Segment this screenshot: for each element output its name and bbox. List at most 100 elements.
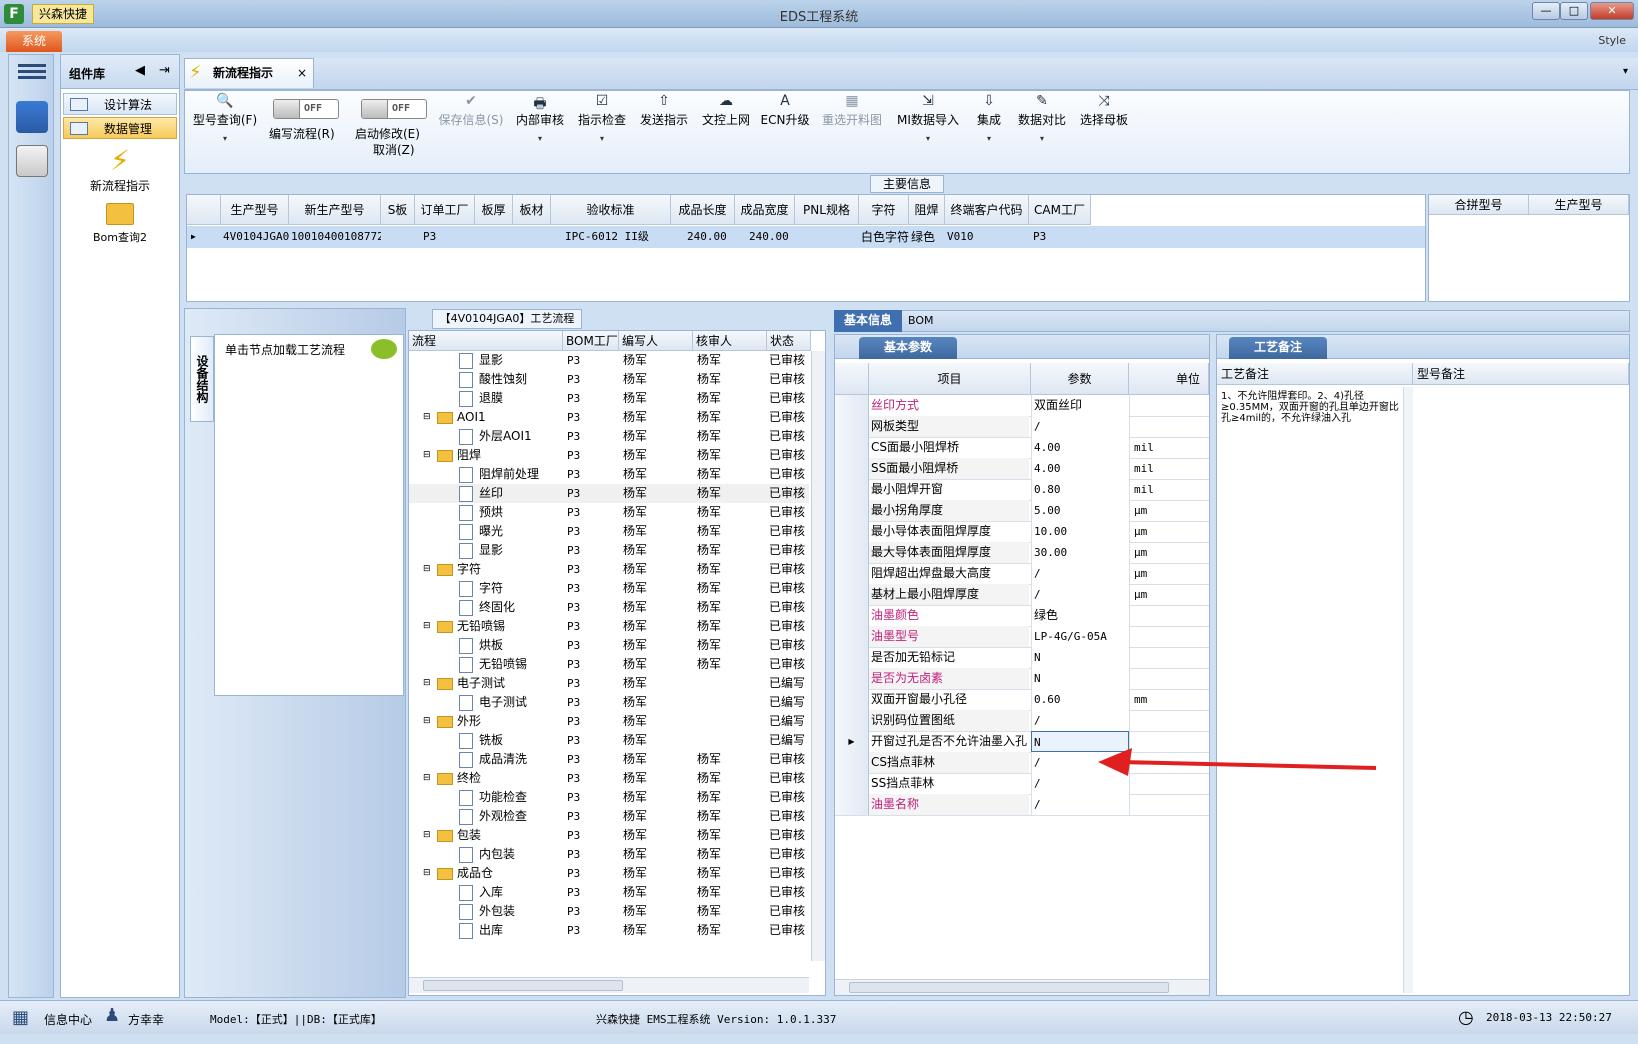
param-value[interactable]: / xyxy=(1031,563,1129,584)
cell[interactable]: 4V0104JGA0 xyxy=(223,226,289,248)
cell[interactable]: 240.00 xyxy=(749,226,795,248)
collapse-toggle-icon[interactable]: ⊟ xyxy=(423,769,431,788)
send-instruction-button[interactable]: ⇧ 发送指示 xyxy=(637,91,691,173)
tree-row[interactable]: 电子测试 P3 杨军 已编写 xyxy=(409,693,809,712)
param-row[interactable]: 最小导体表面阻焊厚度 10.00 μm xyxy=(835,521,1209,543)
param-row[interactable]: 油墨颜色 绿色 xyxy=(835,605,1209,627)
note-scrollbar[interactable] xyxy=(1403,387,1413,993)
cell[interactable]: P3 xyxy=(1033,226,1091,248)
tree-row[interactable]: 入库 P3 杨军 杨军 已审核 xyxy=(409,883,809,902)
param-value[interactable]: N xyxy=(1031,647,1129,668)
param-value[interactable]: / xyxy=(1031,773,1129,794)
param-row[interactable]: 最小拐角厚度 5.00 μm xyxy=(835,500,1209,522)
dropdown-arrow-icon[interactable]: ▾ xyxy=(897,134,959,143)
cell[interactable]: IPC-6012 II级 xyxy=(565,226,671,248)
col-header[interactable]: 合拼型号 xyxy=(1429,195,1529,215)
dropdown-arrow-icon[interactable]: ▾ xyxy=(969,134,1009,143)
param-row[interactable]: SS挡点菲林 / xyxy=(835,773,1209,795)
nav-item-data-management[interactable]: 数据管理 xyxy=(63,117,177,139)
style-menu[interactable]: Style xyxy=(1598,34,1626,47)
col-header[interactable]: 成品宽度 xyxy=(735,195,795,225)
start-modify-toggle[interactable]: OFF xyxy=(361,99,427,119)
param-value[interactable]: 0.60 xyxy=(1031,689,1129,710)
tree-row[interactable]: 内包装 P3 杨军 杨军 已审核 xyxy=(409,845,809,864)
collapse-toggle-icon[interactable]: ⊟ xyxy=(423,826,431,845)
tree-row[interactable]: 酸性蚀刻 P3 杨军 杨军 已审核 xyxy=(409,370,809,389)
cell[interactable]: P3 xyxy=(423,226,473,248)
tree-row[interactable]: ⊟ 无铅喷锡 P3 杨军 杨军 已审核 xyxy=(409,617,809,636)
tree-row[interactable]: 丝印 P3 杨军 杨军 已审核 xyxy=(409,484,809,503)
mi-data-import-button[interactable]: ⇲ MI数据导入 ▾ xyxy=(897,91,959,173)
cell[interactable]: 白色字符 xyxy=(861,226,909,248)
dropdown-arrow-icon[interactable]: ▾ xyxy=(513,134,567,143)
col-header[interactable]: PNL规格 xyxy=(795,195,859,225)
param-value[interactable]: 0.80 xyxy=(1031,479,1129,500)
cell[interactable] xyxy=(515,226,551,248)
tree-row[interactable]: ⊟ 字符 P3 杨军 杨军 已审核 xyxy=(409,560,809,579)
collapse-left-icon[interactable]: ◀ xyxy=(135,63,145,78)
col-header[interactable]: 状态 xyxy=(767,331,811,351)
tree-row[interactable]: 无铅喷锡 P3 杨军 杨军 已审核 xyxy=(409,655,809,674)
tree-row[interactable]: ⊟ 电子测试 P3 杨军 已编写 xyxy=(409,674,809,693)
reselect-cutting-chart-button[interactable]: ▦ 重选开料图 xyxy=(819,91,885,173)
tree-row[interactable]: 终固化 P3 杨军 杨军 已审核 xyxy=(409,598,809,617)
cancel-modify-button[interactable]: 取消(Z) xyxy=(373,141,415,158)
tree-row[interactable]: 铣板 P3 杨军 已编写 xyxy=(409,731,809,750)
model-query-button[interactable]: 🔍 型号查询(F) ▾ xyxy=(191,91,259,173)
system-menu-button[interactable]: 系统 xyxy=(6,31,62,52)
col-header[interactable]: 生产型号 xyxy=(221,195,289,225)
param-value[interactable]: 5.00 xyxy=(1031,500,1129,521)
param-value[interactable]: 4.00 xyxy=(1031,458,1129,479)
param-value[interactable]: N xyxy=(1031,731,1129,752)
collapse-toggle-icon[interactable]: ⊟ xyxy=(423,560,431,579)
param-row[interactable]: 最大导体表面阻焊厚度 30.00 μm xyxy=(835,542,1209,564)
param-row[interactable]: SS面最小阻焊桥 4.00 mil xyxy=(835,458,1209,480)
tab-close-icon[interactable]: × xyxy=(297,59,307,87)
tree-row[interactable]: 显影 P3 杨军 杨军 已审核 xyxy=(409,351,809,370)
dropdown-arrow-icon[interactable]: ▾ xyxy=(1015,134,1069,143)
cell[interactable]: 240.00 xyxy=(687,226,735,248)
col-header[interactable]: 终端客户代码 xyxy=(945,195,1029,225)
dropdown-arrow-icon[interactable]: ▾ xyxy=(191,134,259,143)
col-header[interactable]: 阻焊 xyxy=(909,195,945,225)
doc-control-online-button[interactable]: ☁ 文控上网 xyxy=(699,91,753,173)
param-value[interactable]: 双面丝印 xyxy=(1031,395,1129,416)
tree-row[interactable]: 字符 P3 杨军 杨军 已审核 xyxy=(409,579,809,598)
collapse-toggle-icon[interactable]: ⊟ xyxy=(423,617,431,636)
param-row[interactable]: 双面开窗最小孔径 0.60 mm xyxy=(835,689,1209,711)
tree-row[interactable]: ⊟ 外形 P3 杨军 已编写 xyxy=(409,712,809,731)
collapse-toggle-icon[interactable]: ⊟ xyxy=(423,674,431,693)
tree-row[interactable]: 显影 P3 杨军 杨军 已审核 xyxy=(409,541,809,560)
collapse-toggle-icon[interactable]: ⊟ xyxy=(423,408,431,427)
param-row[interactable]: 是否加无铅标记 N xyxy=(835,647,1209,669)
cell[interactable]: 10010400108772 xyxy=(291,226,381,248)
tab-list-dropdown-icon[interactable]: ▾ xyxy=(1623,66,1628,77)
col-header[interactable]: 验收标准 xyxy=(551,195,671,225)
param-value[interactable]: / xyxy=(1031,584,1129,605)
param-row[interactable]: CS面最小阻焊桥 4.00 mil xyxy=(835,437,1209,459)
col-header[interactable]: 板材 xyxy=(513,195,551,225)
tab-basic-params[interactable]: 基本参数 xyxy=(859,337,957,359)
param-row[interactable]: 基材上最小阻焊厚度 / μm xyxy=(835,584,1209,606)
tree-row[interactable]: ⊟ 包装 P3 杨军 杨军 已审核 xyxy=(409,826,809,845)
tree-row[interactable]: ⊟ AOI1 P3 杨军 杨军 已审核 xyxy=(409,408,809,427)
col-header[interactable]: 参数 xyxy=(1031,363,1129,395)
horizontal-scrollbar[interactable] xyxy=(835,979,1209,995)
param-row[interactable]: 最小阻焊开窗 0.80 mil xyxy=(835,479,1209,501)
instruction-check-button[interactable]: ☑ 指示检查 ▾ xyxy=(575,91,629,173)
param-row[interactable]: CS挡点菲林 / xyxy=(835,752,1209,774)
cell[interactable] xyxy=(477,226,513,248)
param-value[interactable]: 10.00 xyxy=(1031,521,1129,542)
bom-query-link[interactable]: Bom查询2 xyxy=(61,203,179,245)
param-value[interactable]: 4.00 xyxy=(1031,437,1129,458)
collapse-toggle-icon[interactable]: ⊟ xyxy=(423,712,431,731)
tree-row[interactable]: 功能检查 P3 杨军 杨军 已审核 xyxy=(409,788,809,807)
maximize-button[interactable]: □ xyxy=(1560,2,1588,20)
vertical-scrollbar[interactable] xyxy=(811,351,825,961)
col-header[interactable]: 编写人 xyxy=(619,331,693,351)
col-header[interactable]: BOM工厂 xyxy=(563,331,619,351)
col-header[interactable]: S板 xyxy=(381,195,415,225)
col-header[interactable]: 新生产型号 xyxy=(289,195,381,225)
tab-process-notes[interactable]: 工艺备注 xyxy=(1229,337,1327,359)
cell[interactable]: V010 xyxy=(947,226,1029,248)
